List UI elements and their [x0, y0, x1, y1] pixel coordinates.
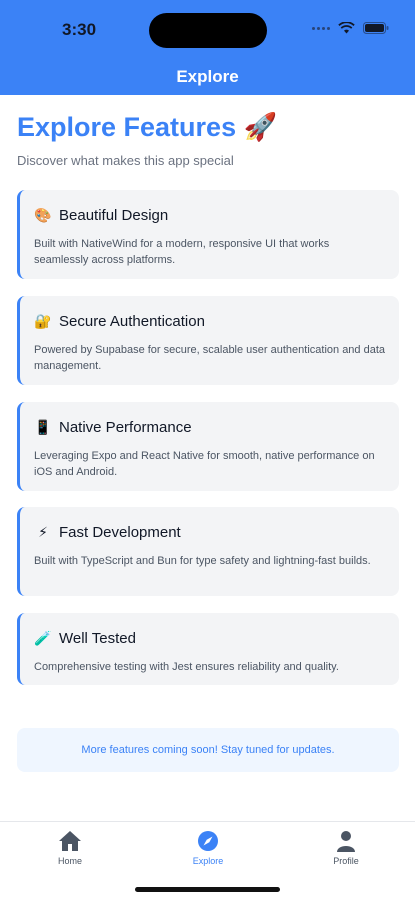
feature-card: ⚡ Fast Development Built with TypeScript…: [17, 507, 399, 596]
home-icon: [59, 831, 81, 851]
palette-icon: 🎨: [34, 206, 52, 223]
tab-profile-label: Profile: [333, 856, 359, 866]
page-subtitle: Discover what makes this app special: [17, 153, 234, 168]
feature-title: Fast Development: [59, 523, 181, 541]
feature-title: Native Performance: [59, 418, 192, 436]
test-tube-icon: 🧪: [34, 629, 52, 646]
compass-icon: [198, 831, 218, 851]
tab-home[interactable]: Home: [30, 830, 110, 866]
app-header: 3:30 Explore: [0, 0, 415, 95]
lock-key-icon: 🔐: [34, 312, 52, 329]
signal-icon: [312, 26, 330, 30]
status-time: 3:30: [62, 20, 97, 39]
mobile-phone-icon: 📱: [34, 418, 52, 435]
feature-description: Built with NativeWind for a modern, resp…: [34, 238, 330, 266]
dynamic-island: [149, 13, 267, 48]
feature-description: Leveraging Expo and React Native for smo…: [34, 450, 375, 478]
feature-card: 🔐 Secure Authentication Powered by Supab…: [17, 296, 399, 385]
lightning-icon: ⚡: [38, 523, 48, 540]
header-title: Explore: [176, 67, 239, 86]
feature-title: Secure Authentication: [59, 312, 205, 330]
feature-description: Comprehensive testing with Jest ensures …: [34, 661, 339, 673]
tab-explore[interactable]: Explore: [168, 830, 248, 866]
person-icon: [337, 831, 355, 852]
feature-title: Beautiful Design: [59, 206, 169, 224]
feature-title: Well Tested: [59, 629, 136, 647]
status-icons: [312, 22, 389, 34]
page-title: Explore Features 🚀: [17, 112, 278, 142]
home-indicator: [135, 887, 280, 892]
feature-description: Powered by Supabase for secure, scalable…: [34, 344, 386, 372]
wifi-icon: [338, 22, 355, 34]
tab-profile[interactable]: Profile: [306, 830, 386, 866]
battery-icon: [363, 22, 389, 34]
feature-card: 📱 Native Performance Leveraging Expo and…: [17, 402, 399, 491]
tab-home-label: Home: [57, 856, 82, 866]
coming-soon-notice: More features coming soon! Stay tuned fo…: [17, 728, 399, 772]
feature-card: 🎨 Beautiful Design Built with NativeWind…: [17, 190, 399, 279]
feature-card: 🧪 Well Tested Comprehensive testing with…: [17, 613, 399, 685]
feature-description: Built with TypeScript and Bun for type s…: [34, 555, 371, 567]
tab-explore-label: Explore: [192, 856, 224, 866]
